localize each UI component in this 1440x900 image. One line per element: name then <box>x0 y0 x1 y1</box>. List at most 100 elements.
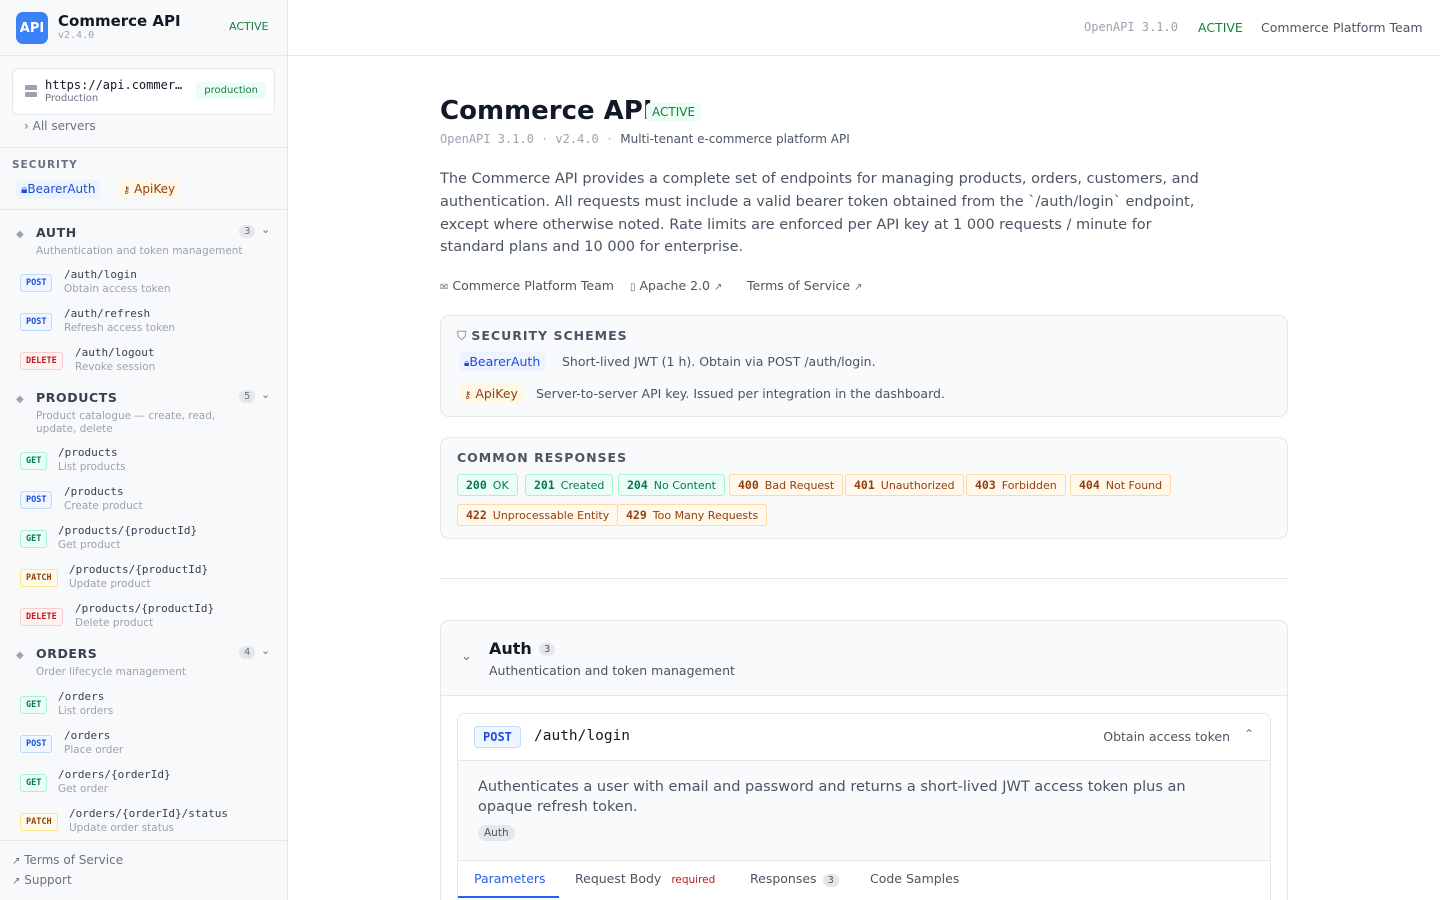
scheme-name: BearerAuth <box>469 354 541 369</box>
endpoint-path: /auth/logout <box>75 346 155 359</box>
security-chip-label: ApiKey <box>134 182 176 196</box>
tab-count: 3 <box>822 874 839 887</box>
nav-endpoint-orders-create[interactable]: POST /orders Place order <box>0 729 287 765</box>
contact-label: Commerce Platform Team <box>452 278 614 293</box>
server-selector[interactable]: https://api.commerce.example.com/v2 Prod… <box>12 68 275 115</box>
license-link[interactable]: ▯ Apache 2.0 ↗ <box>630 278 722 293</box>
support-link[interactable]: ↗ Support <box>12 873 72 887</box>
response-chip[interactable]: 200 OK <box>457 474 518 496</box>
operation-tag[interactable]: Auth <box>478 825 515 841</box>
nav-endpoint-orders-get[interactable]: GET /orders/{orderId} Get order <box>0 768 287 804</box>
section-header[interactable]: ⌄ Auth 3 Authentication and token manage… <box>441 621 1287 696</box>
nav-group-desc: Order lifecycle management <box>36 666 186 678</box>
operation-path: /auth/login <box>534 728 631 744</box>
security-label: SECURITY <box>12 159 78 171</box>
response-chip[interactable]: 204 No Content <box>618 474 725 496</box>
app-version: v2.4.0 <box>58 30 95 41</box>
nav-group-desc: Authentication and token management <box>36 245 243 257</box>
chevron-right-icon: › <box>24 119 29 133</box>
card-title: COMMON RESPONSES <box>457 450 628 465</box>
section-title: Auth <box>489 639 532 658</box>
nav-endpoint-auth-refresh[interactable]: POST /auth/refresh Refresh access token <box>0 307 287 343</box>
api-description: The Commerce API provides a complete set… <box>440 171 1199 256</box>
response-code: 403 <box>975 478 996 492</box>
operation-header[interactable]: POST /auth/login Obtain access token ⌃ <box>458 714 1270 761</box>
top-bar: OpenAPI 3.1.0 ACTIVE Commerce Platform T… <box>288 0 1440 56</box>
tab-responses[interactable]: Responses 3 <box>750 871 839 887</box>
response-chip[interactable]: 422 Unprocessable Entity <box>457 504 619 526</box>
response-chip[interactable]: 404 Not Found <box>1070 474 1172 496</box>
nav-group-count: 5 <box>239 390 256 403</box>
tag-icon: ◆ <box>16 650 24 661</box>
all-servers-label: All servers <box>32 119 96 133</box>
nav-endpoint-auth-login[interactable]: POST /auth/login Obtain access token <box>0 268 287 304</box>
external-link-icon: ↗ <box>12 856 21 867</box>
response-chip[interactable]: 401 Unauthorized <box>845 474 964 496</box>
nav-endpoint-products-update[interactable]: PATCH /products/{productId} Update produ… <box>0 563 287 599</box>
response-chip[interactable]: 400 Bad Request <box>729 474 844 496</box>
endpoint-summary: Refresh access token <box>64 322 176 334</box>
page-title: Commerce API <box>440 96 653 126</box>
active-tab-indicator <box>458 896 559 898</box>
security-chip-bearerauth[interactable]: 🔒︎BearerAuth <box>16 180 101 199</box>
tab-request-body[interactable]: Request Body required <box>575 871 715 886</box>
section-count: 3 <box>539 643 556 656</box>
response-code: 204 <box>627 478 648 492</box>
response-code: 404 <box>1079 478 1100 492</box>
scheme-desc: Short-lived JWT (1 h). Obtain via POST /… <box>562 354 876 369</box>
scheme-chip-apikey[interactable]: ⚷ ApiKey <box>459 384 523 403</box>
response-chip[interactable]: 201 Created <box>525 474 614 496</box>
operation-description: Authenticates a user with email and pass… <box>478 779 1186 815</box>
nav-group-count: 4 <box>239 646 256 659</box>
chevron-up-icon: ⌃ <box>1243 727 1254 741</box>
response-code: 401 <box>854 478 875 492</box>
nav-group-desc: Product catalogue — create, read, update… <box>36 410 216 435</box>
response-chip[interactable]: 403 Forbidden <box>966 474 1066 496</box>
method-badge: POST <box>20 274 53 292</box>
nav-group-products[interactable]: ◆ PRODUCTS 5 ⌄ Product catalogue — creat… <box>0 388 287 440</box>
nav-endpoint-auth-logout[interactable]: DELETE /auth/logout Revoke session <box>0 346 287 382</box>
terms-of-service-link[interactable]: ↗ Terms of Service <box>12 853 123 867</box>
tab-code-samples[interactable]: Code Samples <box>870 871 959 886</box>
sidebar-nav: ◆ AUTH 3 ⌄ Authentication and token mana… <box>0 210 287 840</box>
endpoint-summary: List products <box>58 461 126 473</box>
nav-group-orders[interactable]: ◆ ORDERS 4 ⌄ Order lifecycle management <box>0 644 287 682</box>
nav-group-auth[interactable]: ◆ AUTH 3 ⌄ Authentication and token mana… <box>0 223 287 261</box>
openapi-version: OpenAPI 3.1.0 <box>1084 20 1178 34</box>
nav-endpoint-products-list[interactable]: GET /products List products <box>0 446 287 482</box>
tos-link[interactable]: Terms of Service ↗ <box>747 278 862 293</box>
endpoint-path: /products <box>64 485 124 498</box>
tab-parameters[interactable]: Parameters <box>474 871 546 886</box>
license-label: Apache 2.0 <box>639 278 710 293</box>
nav-endpoint-orders-status[interactable]: PATCH /orders/{orderId}/status Update or… <box>0 807 287 840</box>
api-logo: API <box>16 12 48 44</box>
scheme-desc: Server-to-server API key. Issued per int… <box>536 386 945 401</box>
response-chip[interactable]: 429 Too Many Requests <box>617 504 768 526</box>
all-servers-link[interactable]: › All servers <box>24 119 96 133</box>
key-icon: ⚷ <box>464 390 472 401</box>
response-code: 400 <box>738 478 759 492</box>
nav-endpoint-products-create[interactable]: POST /products Create product <box>0 485 287 521</box>
endpoint-summary: Create product <box>64 500 143 512</box>
separator: · <box>542 132 547 146</box>
endpoint-summary: Place order <box>64 744 124 756</box>
openapi-version: OpenAPI 3.1.0 <box>440 132 534 146</box>
contact-link[interactable]: ✉ Commerce Platform Team <box>440 278 614 293</box>
nav-endpoint-orders-list[interactable]: GET /orders List orders <box>0 690 287 726</box>
method-badge: POST <box>20 735 53 753</box>
endpoint-path: /orders/{orderId} <box>58 768 171 781</box>
external-link-icon: ↗ <box>854 282 863 293</box>
operation-auth-login: POST /auth/login Obtain access token ⌃ A… <box>457 713 1271 900</box>
server-env-badge: production <box>196 82 266 99</box>
common-responses-card: COMMON RESPONSES 200 OK 201 Created 204 No … <box>440 437 1288 539</box>
security-chip-apikey[interactable]: ⚷ ApiKey <box>118 180 181 198</box>
method-badge: PATCH <box>20 569 58 587</box>
endpoint-path: /orders <box>64 729 111 742</box>
scheme-chip-bearerauth[interactable]: 🔒︎BearerAuth <box>459 352 546 371</box>
operation-summary: Obtain access token <box>1103 729 1230 744</box>
endpoint-summary: Get product <box>58 539 121 551</box>
nav-endpoint-products-get[interactable]: GET /products/{productId} Get product <box>0 524 287 560</box>
response-label: No Content <box>653 479 716 492</box>
endpoint-summary: Revoke session <box>75 361 156 373</box>
nav-endpoint-products-delete[interactable]: DELETE /products/{productId} Delete prod… <box>0 602 287 638</box>
